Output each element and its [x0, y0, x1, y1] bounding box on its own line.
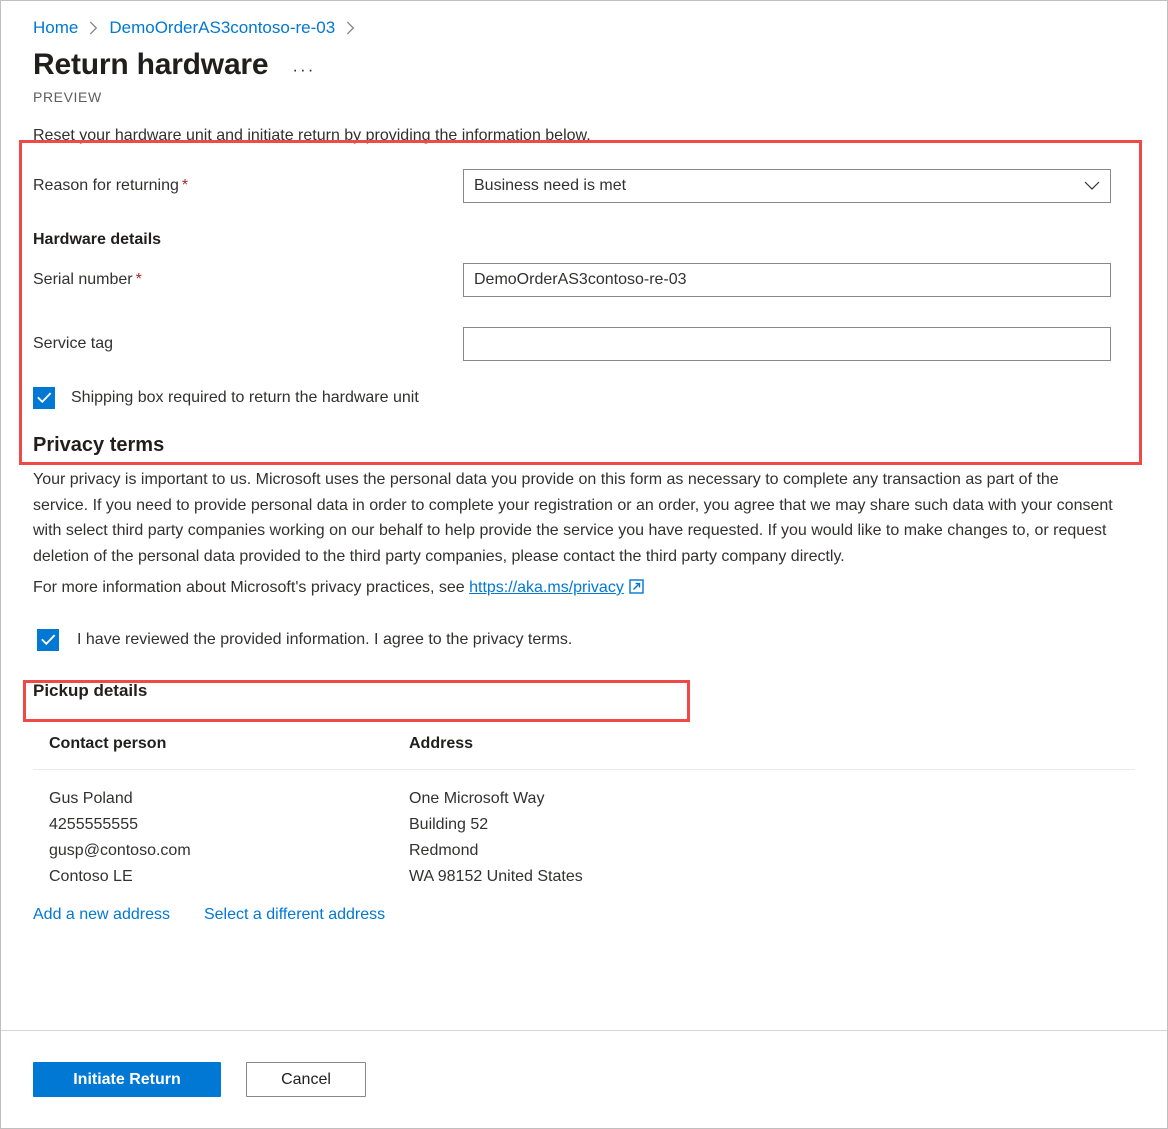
- privacy-more-info-line: For more information about Microsoft's p…: [33, 575, 1135, 603]
- column-header-contact-person: Contact person: [49, 734, 167, 752]
- select-different-address-link[interactable]: Select a different address: [204, 904, 385, 926]
- page-title: Return hardware: [33, 48, 269, 81]
- hardware-details-heading: Hardware details: [33, 231, 162, 248]
- cell-contact-person: Gus Poland 4255555555 gusp@contoso.com C…: [49, 786, 409, 890]
- page-content: Reset your hardware unit and initiate re…: [1, 107, 1167, 926]
- privacy-terms-paragraph: Your privacy is important to us. Microso…: [33, 471, 1113, 565]
- reason-dropdown[interactable]: Business need is met: [463, 169, 1111, 203]
- service-tag-control: [463, 327, 1111, 361]
- cell-address: One Microsoft Way Building 52 Redmond WA…: [409, 786, 583, 890]
- address-actions: Add a new address Select a different add…: [33, 904, 1135, 926]
- contact-email: gusp@contoso.com: [49, 841, 191, 859]
- pickup-details-table: Contact person Address Gus Poland 425555…: [33, 733, 1135, 890]
- add-new-address-link[interactable]: Add a new address: [33, 904, 170, 926]
- column-header-address: Address: [409, 734, 474, 752]
- reason-label-text: Reason for returning: [33, 177, 179, 194]
- contact-phone: 4255555555: [49, 815, 138, 833]
- ellipsis-icon[interactable]: ···: [292, 61, 315, 78]
- privacy-terms-heading: Privacy terms: [33, 434, 165, 456]
- reason-control: Business need is met: [463, 169, 1111, 203]
- page-footer: Initiate Return Cancel: [1, 1031, 1167, 1128]
- return-hardware-page: Home DemoOrderAS3contoso-re-03 Return ha…: [0, 0, 1168, 1129]
- external-link-icon[interactable]: [629, 577, 644, 603]
- contact-company: Contoso LE: [49, 867, 133, 885]
- privacy-policy-link[interactable]: https://aka.ms/privacy: [469, 579, 624, 596]
- serial-number-field-row: Serial number * DemoOrderAS3contoso-re-03: [33, 263, 1135, 297]
- service-tag-field-row: Service tag: [33, 327, 1135, 361]
- serial-number-input[interactable]: DemoOrderAS3contoso-re-03: [463, 263, 1111, 297]
- chevron-down-icon: [1084, 181, 1100, 191]
- form-intro-text: Reset your hardware unit and initiate re…: [33, 127, 591, 144]
- chevron-right-icon: [89, 21, 98, 35]
- reason-label: Reason for returning *: [33, 175, 463, 197]
- page-header: Return hardware ···: [1, 39, 1167, 85]
- shipping-box-checkbox-row[interactable]: Shipping box required to return the hard…: [33, 387, 1135, 409]
- table-header-row: Contact person Address: [33, 733, 1135, 770]
- serial-number-label-text: Serial number: [33, 271, 133, 288]
- breadcrumb-item-order[interactable]: DemoOrderAS3contoso-re-03: [109, 17, 335, 39]
- initiate-return-button[interactable]: Initiate Return: [33, 1062, 221, 1097]
- privacy-consent-row[interactable]: I have reviewed the provided information…: [33, 625, 578, 655]
- serial-number-label: Serial number *: [33, 269, 463, 291]
- serial-number-required-marker: *: [135, 271, 142, 288]
- address-building: Building 52: [409, 815, 489, 833]
- reason-field-row: Reason for returning * Business need is m…: [33, 169, 1135, 203]
- privacy-terms-section: Privacy terms Your privacy is important …: [33, 431, 1135, 655]
- privacy-consent-checkbox[interactable]: [37, 628, 59, 651]
- address-city: Redmond: [409, 841, 479, 859]
- shipping-box-checkbox-label[interactable]: Shipping box required to return the hard…: [71, 387, 419, 409]
- breadcrumb-item-home[interactable]: Home: [33, 17, 78, 39]
- pickup-details-section: Pickup details Contact person Address Gu…: [33, 679, 1135, 926]
- privacy-more-info-text: For more information about Microsoft's p…: [33, 579, 465, 596]
- chevron-right-icon-2: [346, 21, 355, 35]
- preview-badge: PREVIEW: [33, 89, 102, 105]
- serial-number-control: DemoOrderAS3contoso-re-03: [463, 263, 1111, 297]
- reason-selected-value: Business need is met: [474, 177, 627, 194]
- address-street: One Microsoft Way: [409, 789, 545, 807]
- breadcrumb: Home DemoOrderAS3contoso-re-03: [1, 1, 1167, 39]
- cancel-button[interactable]: Cancel: [246, 1062, 366, 1097]
- return-form-section: Reset your hardware unit and initiate re…: [33, 107, 1135, 409]
- service-tag-input[interactable]: [463, 327, 1111, 361]
- pickup-details-heading: Pickup details: [33, 680, 148, 700]
- shipping-box-checkbox[interactable]: [33, 387, 55, 409]
- privacy-consent-label[interactable]: I have reviewed the provided information…: [77, 629, 572, 651]
- service-tag-label: Service tag: [33, 335, 114, 352]
- reason-required-marker: *: [181, 177, 189, 194]
- contact-name: Gus Poland: [49, 789, 133, 807]
- table-row: Gus Poland 4255555555 gusp@contoso.com C…: [33, 770, 1135, 890]
- address-region: WA 98152 United States: [409, 867, 583, 885]
